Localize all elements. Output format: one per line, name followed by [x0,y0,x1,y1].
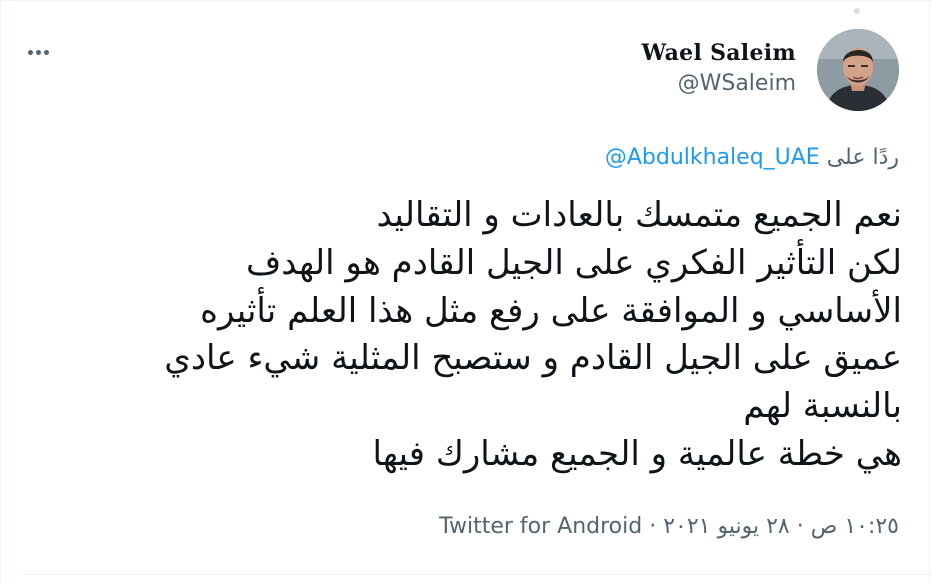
tweet-meta: ١٠:٢٥ ص · ٢٨ يونيو ٢٠٢١ · Twitter for An… [439,511,899,543]
reply-mention-link[interactable]: @Abdulkhaleq_UAE [605,145,820,170]
more-options-button[interactable] [18,37,58,67]
avatar[interactable] [817,29,899,111]
author-block: Wael Saleim @WSaleim [642,39,797,101]
tweet-text-line: الأساسي و الموافقة على رفع مثل هذا العلم… [200,290,902,331]
tweet-source-link[interactable]: Twitter for Android [439,514,642,539]
display-name[interactable]: Wael Saleim [642,39,797,67]
tweet-text-line: لكن التأثير الفكري على الجيل القادم هو ا… [246,242,902,283]
tweet-time[interactable]: ١٠:٢٥ ص [811,514,899,539]
tweet-text-line: بالنسبة لهم [743,386,902,427]
tweet-text-line: عميق على الجيل القادم و ستصبح المثلية شي… [164,338,902,379]
more-horizontal-icon [27,49,33,55]
tweet-date[interactable]: ٢٨ يونيو ٢٠٢١ [663,514,790,539]
tweet-text: نعم الجميع متمسك بالعادات و التقاليد لكن… [12,192,902,479]
replying-to-label: ردًا على [826,145,899,170]
tweet-text-line: نعم الجميع متمسك بالعادات و التقاليد [376,195,902,235]
more-horizontal-icon [35,49,41,55]
tweet-header: Wael Saleim @WSaleim [0,1,932,131]
tweet-text-line: هي خطة عالمية و الجميع مشارك فيها [372,433,902,474]
replying-to: ردًا على @Abdulkhaleq_UAE [605,143,899,173]
user-handle[interactable]: @WSaleim [642,67,796,101]
meta-separator: · [796,514,804,539]
meta-separator: · [649,514,657,539]
tweet-card: Wael Saleim @WSaleim ردًا على @Abdulkhal… [0,0,932,583]
profile-photo-icon [817,29,899,111]
more-horizontal-icon [43,49,49,55]
